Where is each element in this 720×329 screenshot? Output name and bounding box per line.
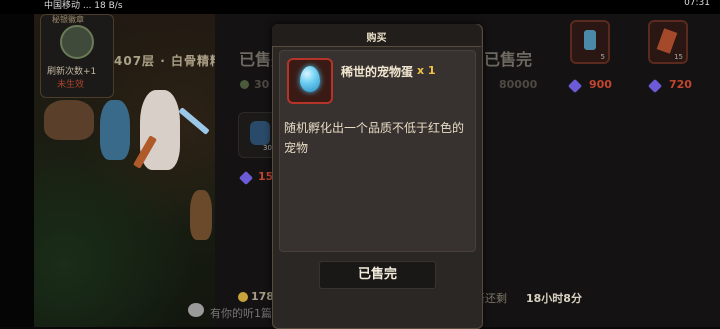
coin-icon — [240, 80, 249, 89]
reset-timer: 18小时8分 — [526, 292, 582, 305]
badge-icon — [60, 25, 94, 59]
carrier-text: 中国移动 ... 18 B/s — [44, 1, 123, 11]
refresh-status: 未生效 — [57, 80, 85, 90]
price-label: 900 — [589, 78, 612, 91]
floor-label: 407层 · 白骨精精 — [114, 54, 223, 68]
item-description: 随机孵化出一个品质不低于红色的宠物 — [284, 121, 465, 155]
status-bar: 中国移动 ... 18 B/s 07:31 — [0, 0, 720, 14]
coin-icon — [238, 292, 248, 302]
pet-egg-icon — [300, 66, 320, 92]
item-name: 稀世的宠物蛋 — [341, 65, 414, 79]
crystal-icon — [656, 28, 678, 54]
slot-qty: 5 — [600, 53, 605, 61]
refresh-label: 刷新次数+1 — [47, 67, 97, 77]
modal-title: 购买 — [366, 33, 387, 44]
item-icon — [250, 121, 270, 145]
price-label: 30 — [254, 78, 270, 91]
shop-slot-potion[interactable]: 5 — [570, 20, 610, 64]
tower-title: 秘银徽章 — [52, 15, 84, 24]
slot-qty: 30 — [263, 144, 272, 152]
price-label: 80000 — [499, 78, 538, 91]
table-prop — [44, 100, 94, 140]
left-edge — [0, 14, 34, 327]
clock-text: 07:31 — [684, 0, 710, 8]
item-quantity: x 1 — [417, 64, 436, 77]
price-label: 720 — [669, 78, 692, 91]
potion-icon — [584, 30, 596, 50]
sold-out-label: 已售完 — [484, 50, 533, 69]
chat-icon[interactable] — [188, 303, 204, 317]
shop-slot-crystal[interactable]: 15 — [648, 20, 688, 64]
npc-sprite — [190, 190, 212, 240]
sold-out-button[interactable]: 已售完 — [319, 261, 436, 289]
slot-qty: 15 — [674, 53, 683, 61]
hero-sprite — [100, 100, 130, 160]
